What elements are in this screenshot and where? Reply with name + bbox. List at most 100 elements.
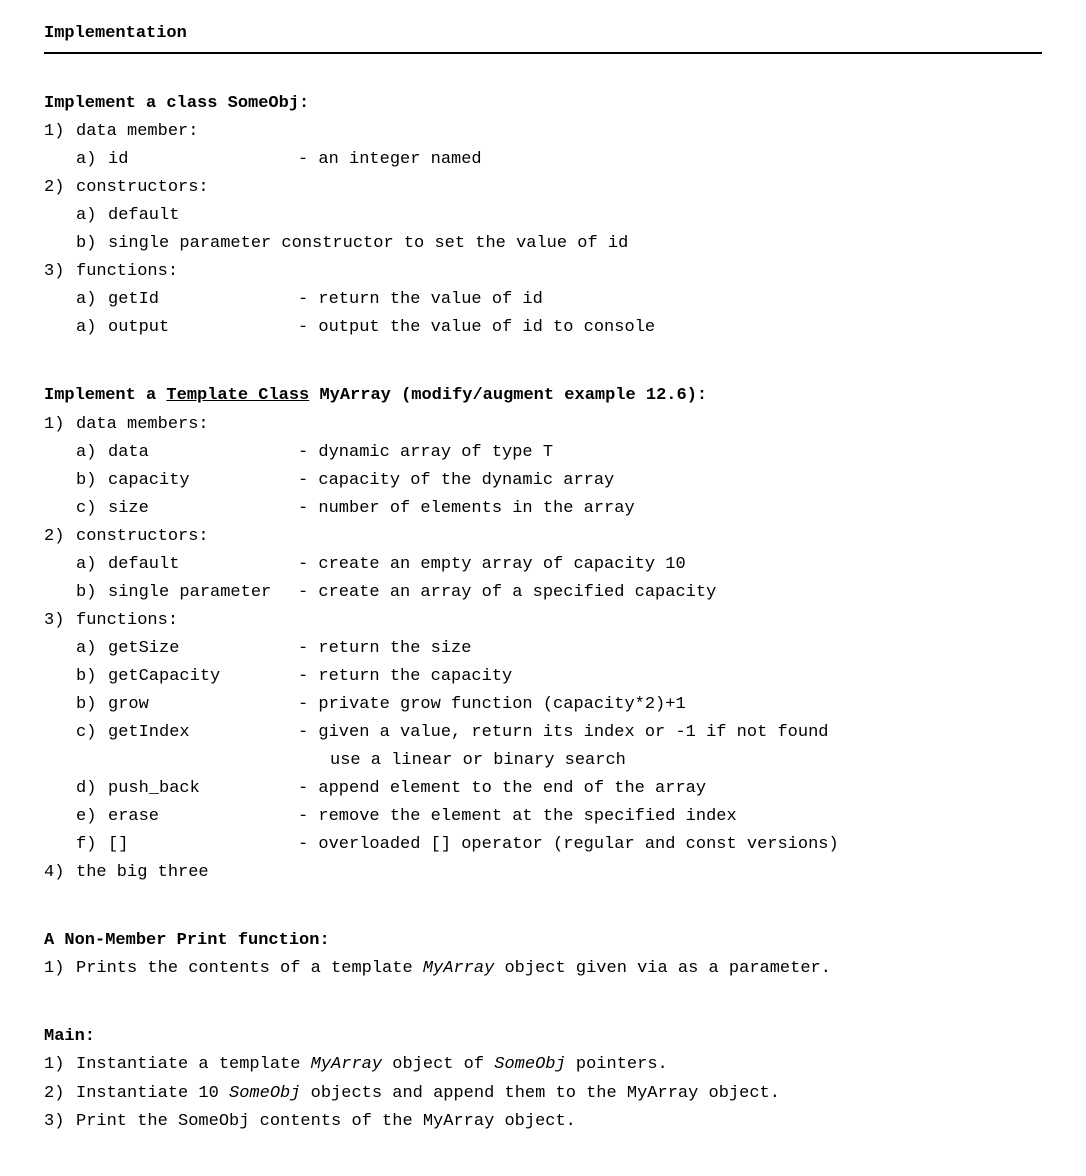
list-item: f)[]- overloaded [] operator (regular an… <box>44 831 1042 859</box>
list-item: 3)Print the SomeObj contents of the MyAr… <box>44 1108 1042 1136</box>
section-header-someobj: Implement a class SomeObj: <box>44 90 1042 118</box>
member-desc: - an integer named <box>298 146 1042 174</box>
member-desc: - overloaded [] operator (regular and co… <box>298 831 1042 859</box>
list-number: 2) <box>44 523 76 551</box>
list-letter: b) <box>76 579 108 607</box>
member-name: default <box>108 202 179 230</box>
list-item: 4)the big three <box>44 859 1042 887</box>
list-number: 3) <box>44 607 76 635</box>
list-item: 2)constructors: <box>44 174 1042 202</box>
member-desc: - return the capacity <box>298 663 1042 691</box>
list-item: a)getId- return the value of id <box>44 286 1042 314</box>
member-desc: - number of elements in the array <box>298 495 1042 523</box>
list-item: a)default- create an empty array of capa… <box>44 551 1042 579</box>
list-letter: b) <box>76 691 108 719</box>
list-text: constructors: <box>76 174 209 202</box>
list-letter: a) <box>76 551 108 579</box>
member-desc: - capacity of the dynamic array <box>298 467 1042 495</box>
page-title: Implementation <box>44 20 1042 54</box>
list-item: a)id- an integer named <box>44 146 1042 174</box>
list-item: a)getSize- return the size <box>44 635 1042 663</box>
section-header-print: A Non-Member Print function: <box>44 927 1042 955</box>
list-item: 2)constructors: <box>44 523 1042 551</box>
list-item: 1)Instantiate a template MyArray object … <box>44 1051 1042 1079</box>
list-text: constructors: <box>76 523 209 551</box>
list-text: Prints the contents of a template MyArra… <box>76 955 831 983</box>
member-name: capacity <box>108 467 298 495</box>
list-number: 1) <box>44 1051 76 1079</box>
member-desc: - dynamic array of type T <box>298 439 1042 467</box>
member-name: erase <box>108 803 298 831</box>
list-item: a)data- dynamic array of type T <box>44 439 1042 467</box>
list-item: 2)Instantiate 10 SomeObj objects and app… <box>44 1080 1042 1108</box>
member-name: push_back <box>108 775 298 803</box>
list-text: the big three <box>76 859 209 887</box>
member-desc: - append element to the end of the array <box>298 775 1042 803</box>
member-name: getSize <box>108 635 298 663</box>
member-name: getId <box>108 286 298 314</box>
list-item: 1)data member: <box>44 118 1042 146</box>
list-item: a)default <box>44 202 1042 230</box>
member-desc: - create an array of a specified capacit… <box>298 579 1042 607</box>
list-item: c)size- number of elements in the array <box>44 495 1042 523</box>
list-letter: b) <box>76 230 108 258</box>
member-desc: - private grow function (capacity*2)+1 <box>298 691 1042 719</box>
list-item: a)output- output the value of id to cons… <box>44 314 1042 342</box>
list-item: 1)Prints the contents of a template MyAr… <box>44 955 1042 983</box>
list-letter: a) <box>76 286 108 314</box>
member-desc: - given a value, return its index or -1 … <box>298 719 1042 747</box>
list-letter: c) <box>76 495 108 523</box>
member-desc: - output the value of id to console <box>298 314 1042 342</box>
list-letter: a) <box>76 202 108 230</box>
list-item: e)erase- remove the element at the speci… <box>44 803 1042 831</box>
list-letter: a) <box>76 146 108 174</box>
list-item: b)getCapacity- return the capacity <box>44 663 1042 691</box>
list-text: functions: <box>76 607 178 635</box>
list-text: data members: <box>76 411 209 439</box>
list-number: 1) <box>44 955 76 983</box>
list-letter: a) <box>76 635 108 663</box>
list-number: 3) <box>44 258 76 286</box>
list-text: functions: <box>76 258 178 286</box>
list-number: 2) <box>44 174 76 202</box>
list-item: d)push_back- append element to the end o… <box>44 775 1042 803</box>
list-number: 3) <box>44 1108 76 1136</box>
list-item: b)single parameter- create an array of a… <box>44 579 1042 607</box>
member-desc: - return the size <box>298 635 1042 663</box>
member-desc: - create an empty array of capacity 10 <box>298 551 1042 579</box>
member-name: single parameter <box>108 579 298 607</box>
list-number: 2) <box>44 1080 76 1108</box>
list-text: single parameter constructor to set the … <box>108 230 628 258</box>
list-item: c)getIndex- given a value, return its in… <box>44 719 1042 747</box>
member-name: id <box>108 146 298 174</box>
list-number: 1) <box>44 411 76 439</box>
list-letter: b) <box>76 467 108 495</box>
list-letter: f) <box>76 831 108 859</box>
member-name: output <box>108 314 298 342</box>
list-number: 4) <box>44 859 76 887</box>
list-item: 1)data members: <box>44 411 1042 439</box>
member-name: getCapacity <box>108 663 298 691</box>
list-text: Instantiate 10 SomeObj objects and appen… <box>76 1080 780 1108</box>
member-desc: - return the value of id <box>298 286 1042 314</box>
list-item: 3)functions: <box>44 607 1042 635</box>
list-item: 3)functions: <box>44 258 1042 286</box>
section-header-main: Main: <box>44 1023 1042 1051</box>
member-name: getIndex <box>108 719 298 747</box>
member-name: size <box>108 495 298 523</box>
member-name: default <box>108 551 298 579</box>
list-letter: e) <box>76 803 108 831</box>
member-desc: - remove the element at the specified in… <box>298 803 1042 831</box>
member-name: data <box>108 439 298 467</box>
list-letter: a) <box>76 439 108 467</box>
list-item: b)capacity- capacity of the dynamic arra… <box>44 467 1042 495</box>
list-text: Instantiate a template MyArray object of… <box>76 1051 668 1079</box>
list-letter: c) <box>76 719 108 747</box>
desc-continuation: use a linear or binary search <box>330 747 1042 775</box>
member-name: [] <box>108 831 298 859</box>
section-header-myarray: Implement a Template Class MyArray (modi… <box>44 382 1042 410</box>
list-letter: b) <box>76 663 108 691</box>
list-number: 1) <box>44 118 76 146</box>
list-item: b)single parameter constructor to set th… <box>44 230 1042 258</box>
list-text: Print the SomeObj contents of the MyArra… <box>76 1108 576 1136</box>
